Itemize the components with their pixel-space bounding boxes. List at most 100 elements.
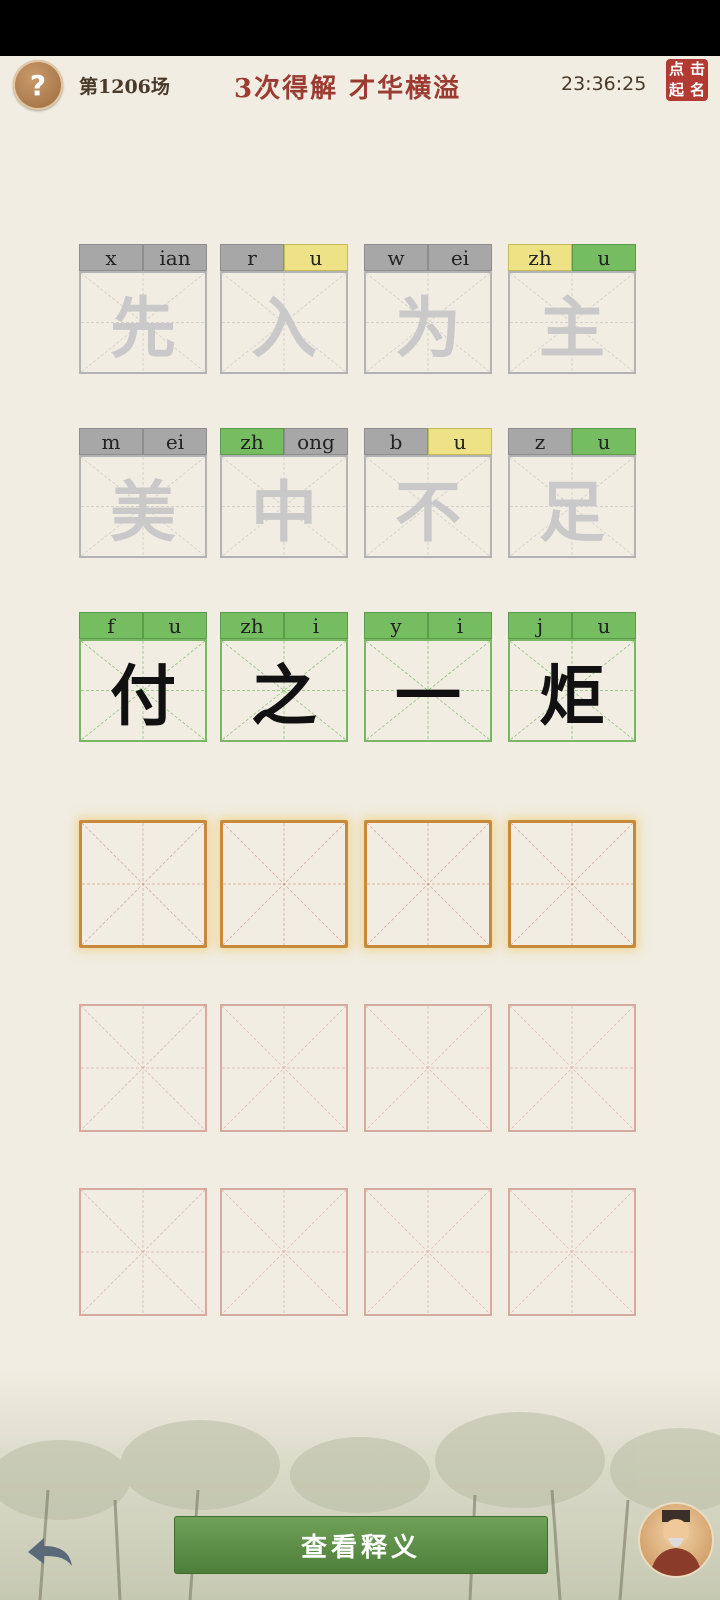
guess-cell[interactable] (364, 820, 492, 950)
guess-character: 之 (251, 656, 317, 735)
guess-cell[interactable] (79, 820, 207, 950)
character-box (364, 1004, 492, 1132)
character-box: 入 (220, 271, 348, 374)
grid-guide-lines (366, 1190, 490, 1314)
grid-guide-lines (222, 1006, 346, 1130)
guess-cell (220, 1188, 348, 1318)
help-button[interactable]: ? (13, 60, 63, 110)
pinyin-initial: r (220, 244, 284, 271)
character-box (79, 1004, 207, 1132)
pinyin-initial: b (364, 428, 428, 455)
pinyin-final: i (428, 612, 492, 639)
guess-cell: ru 入 (220, 244, 348, 374)
question-mark-icon: ? (29, 68, 47, 102)
pinyin-initial: z (508, 428, 572, 455)
character-box: 美 (79, 455, 207, 558)
guess-cell (364, 1004, 492, 1134)
pinyin-final: ei (428, 244, 492, 271)
guess-row-4 (79, 820, 641, 950)
pinyin-bar: ru (220, 244, 348, 271)
grid-guide-lines (222, 1190, 346, 1314)
pinyin-bar: yi (364, 612, 492, 639)
character-box[interactable] (508, 820, 636, 948)
pinyin-initial: zh (220, 612, 284, 639)
naming-seal-button[interactable]: 点 击 起 名 (666, 59, 708, 101)
guess-character: 足 (539, 472, 605, 551)
result-title: 3次得解 才华横溢 (234, 74, 462, 104)
guess-cell (508, 1004, 636, 1134)
pinyin-bar: ju (508, 612, 636, 639)
grid-guide-lines (81, 1006, 205, 1130)
guess-character: 不 (395, 472, 461, 551)
grid-guide-lines (510, 1006, 634, 1130)
guess-cell (364, 1188, 492, 1318)
pinyin-initial: zh (508, 244, 572, 271)
character-box: 炬 (508, 639, 636, 742)
pinyin-bar: x ian (79, 244, 207, 271)
pinyin-final: u (572, 612, 636, 639)
pinyin-bar: fu (79, 612, 207, 639)
back-button[interactable] (24, 1532, 76, 1572)
grid-guide-lines (511, 823, 633, 945)
guess-character: 主 (539, 288, 605, 367)
pinyin-initial: w (364, 244, 428, 271)
pinyin-bar: zh i (220, 612, 348, 639)
guess-cell (79, 1004, 207, 1134)
pinyin-final: u (572, 428, 636, 455)
character-box: 为 (364, 271, 492, 374)
guess-cell: zu足 (508, 428, 636, 558)
guess-character: 美 (110, 472, 176, 551)
pinyin-initial: y (364, 612, 428, 639)
clock: 23:36:25 (561, 73, 647, 95)
pinyin-bar: w ei (364, 244, 492, 271)
pinyin-bar: zu (508, 428, 636, 455)
grid-guide-lines (367, 823, 489, 945)
pinyin-initial: f (79, 612, 143, 639)
guess-cell: fu付 (79, 612, 207, 742)
pinyin-final: u (572, 244, 636, 271)
pinyin-final: u (143, 612, 207, 639)
grid-guide-lines (510, 1190, 634, 1314)
scholar-avatar-icon[interactable] (638, 1502, 714, 1578)
grid-guide-lines (81, 1190, 205, 1314)
guess-character: 付 (110, 656, 176, 735)
round-number: 第1206场 (79, 76, 170, 98)
character-box (508, 1004, 636, 1132)
seal-char: 击 (689, 60, 705, 78)
character-box: 中 (220, 455, 348, 558)
character-box: 之 (220, 639, 348, 742)
pinyin-final: i (284, 612, 348, 639)
character-box[interactable] (364, 820, 492, 948)
character-box: 不 (364, 455, 492, 558)
guess-cell (220, 1004, 348, 1134)
back-arrow-icon (28, 1538, 72, 1566)
guess-cell: ju炬 (508, 612, 636, 742)
view-explanation-button[interactable]: 查看释义 (174, 1516, 548, 1574)
seal-char: 起 (668, 81, 684, 99)
guess-row-1: x ian 先 r u 入 w ei 为 zh u 主 (79, 244, 641, 374)
pinyin-final: ong (284, 428, 348, 455)
pinyin-final: ian (143, 244, 207, 271)
character-box (79, 1188, 207, 1316)
pinyin-final: ei (143, 428, 207, 455)
pinyin-initial: zh (220, 428, 284, 455)
guess-cell (79, 1188, 207, 1318)
guess-cell: bu 不 (364, 428, 492, 558)
pinyin-bar: zh u (508, 244, 636, 271)
pinyin-initial: x (79, 244, 143, 271)
character-box[interactable] (79, 820, 207, 948)
seal-char: 点 (668, 60, 684, 78)
guess-cell[interactable] (508, 820, 636, 950)
guess-cell: zh i 之 (220, 612, 348, 742)
guess-character: 入 (251, 288, 317, 367)
guess-row-6 (79, 1188, 641, 1318)
guess-cell[interactable] (220, 820, 348, 950)
character-box[interactable] (220, 820, 348, 948)
character-box: 主 (508, 271, 636, 374)
character-box (220, 1188, 348, 1316)
guess-cell: zh u 主 (508, 244, 636, 374)
grid-guide-lines (366, 1006, 490, 1130)
pinyin-bar: bu (364, 428, 492, 455)
guess-character: 为 (395, 288, 461, 367)
pinyin-bar: m ei (79, 428, 207, 455)
